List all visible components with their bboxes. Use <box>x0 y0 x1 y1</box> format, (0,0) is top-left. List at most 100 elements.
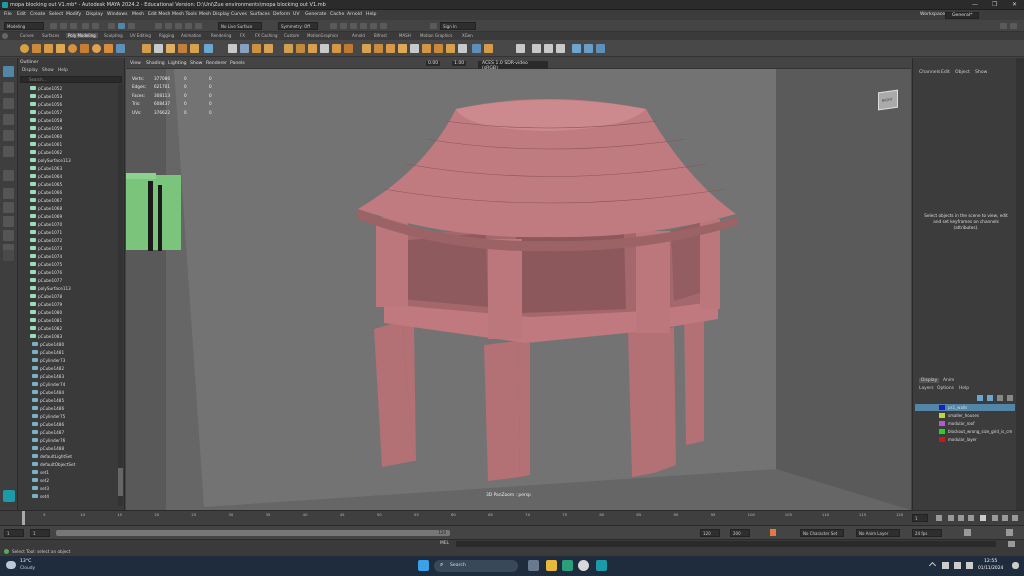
outliner-item[interactable]: polySurface113 <box>30 284 71 292</box>
planar-map-icon[interactable] <box>584 44 593 53</box>
network-icon[interactable] <box>942 562 949 569</box>
outliner-item[interactable]: pCylinder74 <box>32 380 65 388</box>
range-bar[interactable]: 120 <box>56 530 450 536</box>
weather-icon[interactable] <box>6 561 16 569</box>
menu-edit-mesh[interactable]: Edit Mesh <box>148 12 170 17</box>
select-hierarchy-icon[interactable] <box>108 23 115 29</box>
outliner-item[interactable]: pCylinder76 <box>32 436 65 444</box>
menu-deform[interactable]: Deform <box>273 12 290 17</box>
taskbar-date[interactable]: 01/11/2024 <box>978 566 1003 571</box>
save-scene-icon[interactable] <box>70 23 77 29</box>
toggle-attribute-editor-icon[interactable] <box>1010 23 1017 29</box>
insert-edge-loop-icon[interactable] <box>320 44 329 53</box>
tab-arnold[interactable]: Arnold <box>352 33 365 38</box>
tab-motiongraphics[interactable]: MotionGraphics <box>307 33 338 38</box>
outliner-item[interactable]: pCube1488 <box>32 444 64 452</box>
outliner-item[interactable]: pCube1058 <box>30 116 62 124</box>
render-frame-icon[interactable] <box>330 23 337 29</box>
layer-row[interactable]: modular_layer <box>915 436 1015 443</box>
slide-edge-icon[interactable] <box>398 44 407 53</box>
move-layer-down-icon[interactable] <box>1007 395 1013 401</box>
outliner-item[interactable]: pCube1482 <box>32 364 64 372</box>
tab-fx[interactable]: FX <box>240 33 245 38</box>
outliner-scroll-thumb[interactable] <box>118 468 123 496</box>
toggle-modeling-toolkit-icon[interactable] <box>1000 23 1007 29</box>
arnold-ipr-icon[interactable] <box>380 23 387 29</box>
character-set-select[interactable]: No Character Set <box>800 529 844 537</box>
quad-draw-icon[interactable] <box>386 44 395 53</box>
weather-temp[interactable]: 13°C <box>20 559 31 564</box>
poly-cube-icon[interactable] <box>32 44 41 53</box>
scale-tool-icon[interactable] <box>3 146 14 157</box>
merge-icon[interactable] <box>362 44 371 53</box>
bevel-icon[interactable] <box>264 44 273 53</box>
command-line[interactable]: MEL <box>0 539 1024 548</box>
tab-fx-caching[interactable]: FX Caching <box>255 33 277 38</box>
taskbar-search-box[interactable]: ⌕ Search <box>434 560 518 572</box>
outliner-item[interactable]: pCube1483 <box>32 372 64 380</box>
menu-mesh[interactable]: Mesh <box>132 12 144 17</box>
ipr-render-icon[interactable] <box>340 23 347 29</box>
boolean-icon[interactable] <box>228 44 237 53</box>
menu-surfaces[interactable]: Surfaces <box>250 12 270 17</box>
menu-curves[interactable]: Curves <box>231 12 247 17</box>
viewport-menu-show[interactable]: Show <box>190 61 202 66</box>
type-tool-icon[interactable] <box>178 44 187 53</box>
layer-row[interactable]: smaller_houses <box>915 412 1015 419</box>
layer-color-swatch[interactable] <box>939 437 945 442</box>
mode-select[interactable]: Modeling <box>4 22 44 30</box>
automatic-map-icon[interactable] <box>596 44 605 53</box>
gamma-field[interactable]: 1.00 <box>452 61 467 66</box>
make-hole-icon[interactable] <box>308 44 317 53</box>
outliner-item[interactable]: set3 <box>32 484 49 492</box>
outliner-item[interactable]: pCube1484 <box>32 388 64 396</box>
outliner-item[interactable]: pCube1487 <box>32 428 64 436</box>
tab-animation[interactable]: Animation <box>181 33 201 38</box>
four-view-icon[interactable] <box>3 202 14 213</box>
outliner-item[interactable]: pCube1080 <box>30 308 62 316</box>
outliner-item[interactable]: pCube1062 <box>30 148 62 156</box>
snap-surface-icon[interactable] <box>195 23 202 29</box>
step-forward-frame-icon[interactable] <box>992 515 998 521</box>
multi-cut-icon[interactable] <box>332 44 341 53</box>
outliner-item[interactable]: pCube1069 <box>30 212 62 220</box>
paint-select-icon[interactable] <box>3 98 14 109</box>
extrude-icon[interactable] <box>252 44 261 53</box>
workspace-select[interactable]: General* <box>945 12 980 19</box>
move-tool-icon[interactable] <box>3 114 14 125</box>
script-editor-icon[interactable] <box>1008 541 1015 547</box>
outliner-item[interactable]: pCube1082 <box>30 324 62 332</box>
outliner-item[interactable]: pCube1066 <box>30 188 62 196</box>
extract-icon[interactable] <box>472 44 481 53</box>
play-forward-icon[interactable] <box>980 515 986 521</box>
current-time-marker[interactable] <box>22 511 25 525</box>
bridge-icon[interactable] <box>240 44 249 53</box>
outliner-item[interactable]: set4 <box>32 492 49 500</box>
smooth-icon[interactable] <box>166 44 175 53</box>
menu-uv[interactable]: UV <box>293 12 300 17</box>
tab-rigging[interactable]: Rigging <box>159 33 174 38</box>
svg-tool-icon[interactable] <box>190 44 199 53</box>
outliner-menu-display[interactable]: Display <box>22 68 38 73</box>
outliner-item[interactable]: pCube1486 <box>32 420 64 428</box>
combine-icon[interactable] <box>142 44 151 53</box>
relax-tool-icon[interactable] <box>532 44 541 53</box>
channel-menu-object[interactable]: Object <box>955 70 970 75</box>
layer-color-swatch[interactable] <box>939 413 945 418</box>
step-back-key-icon[interactable] <box>948 515 954 521</box>
layer-menu-options[interactable]: Options <box>937 386 954 391</box>
exposure-field[interactable]: 0.00 <box>426 61 441 66</box>
snap-curve-icon[interactable] <box>165 23 172 29</box>
maya-home-icon[interactable] <box>3 490 15 502</box>
outliner-item[interactable]: pCube1053 <box>30 92 62 100</box>
outliner-item[interactable]: pCube1486 <box>32 404 64 412</box>
viewport-menu-renderer[interactable]: Renderer <box>206 61 227 66</box>
select-tool-icon[interactable] <box>3 66 14 77</box>
folder-icon[interactable] <box>50 23 57 29</box>
tab-curves[interactable]: Curves <box>20 33 34 38</box>
outliner-item[interactable]: pCube1065 <box>30 180 62 188</box>
task-view-icon[interactable] <box>528 560 539 571</box>
viewcube[interactable]: RIGHT <box>878 89 898 111</box>
mirror-icon[interactable] <box>204 44 213 53</box>
outliner-item[interactable]: set1 <box>32 468 49 476</box>
